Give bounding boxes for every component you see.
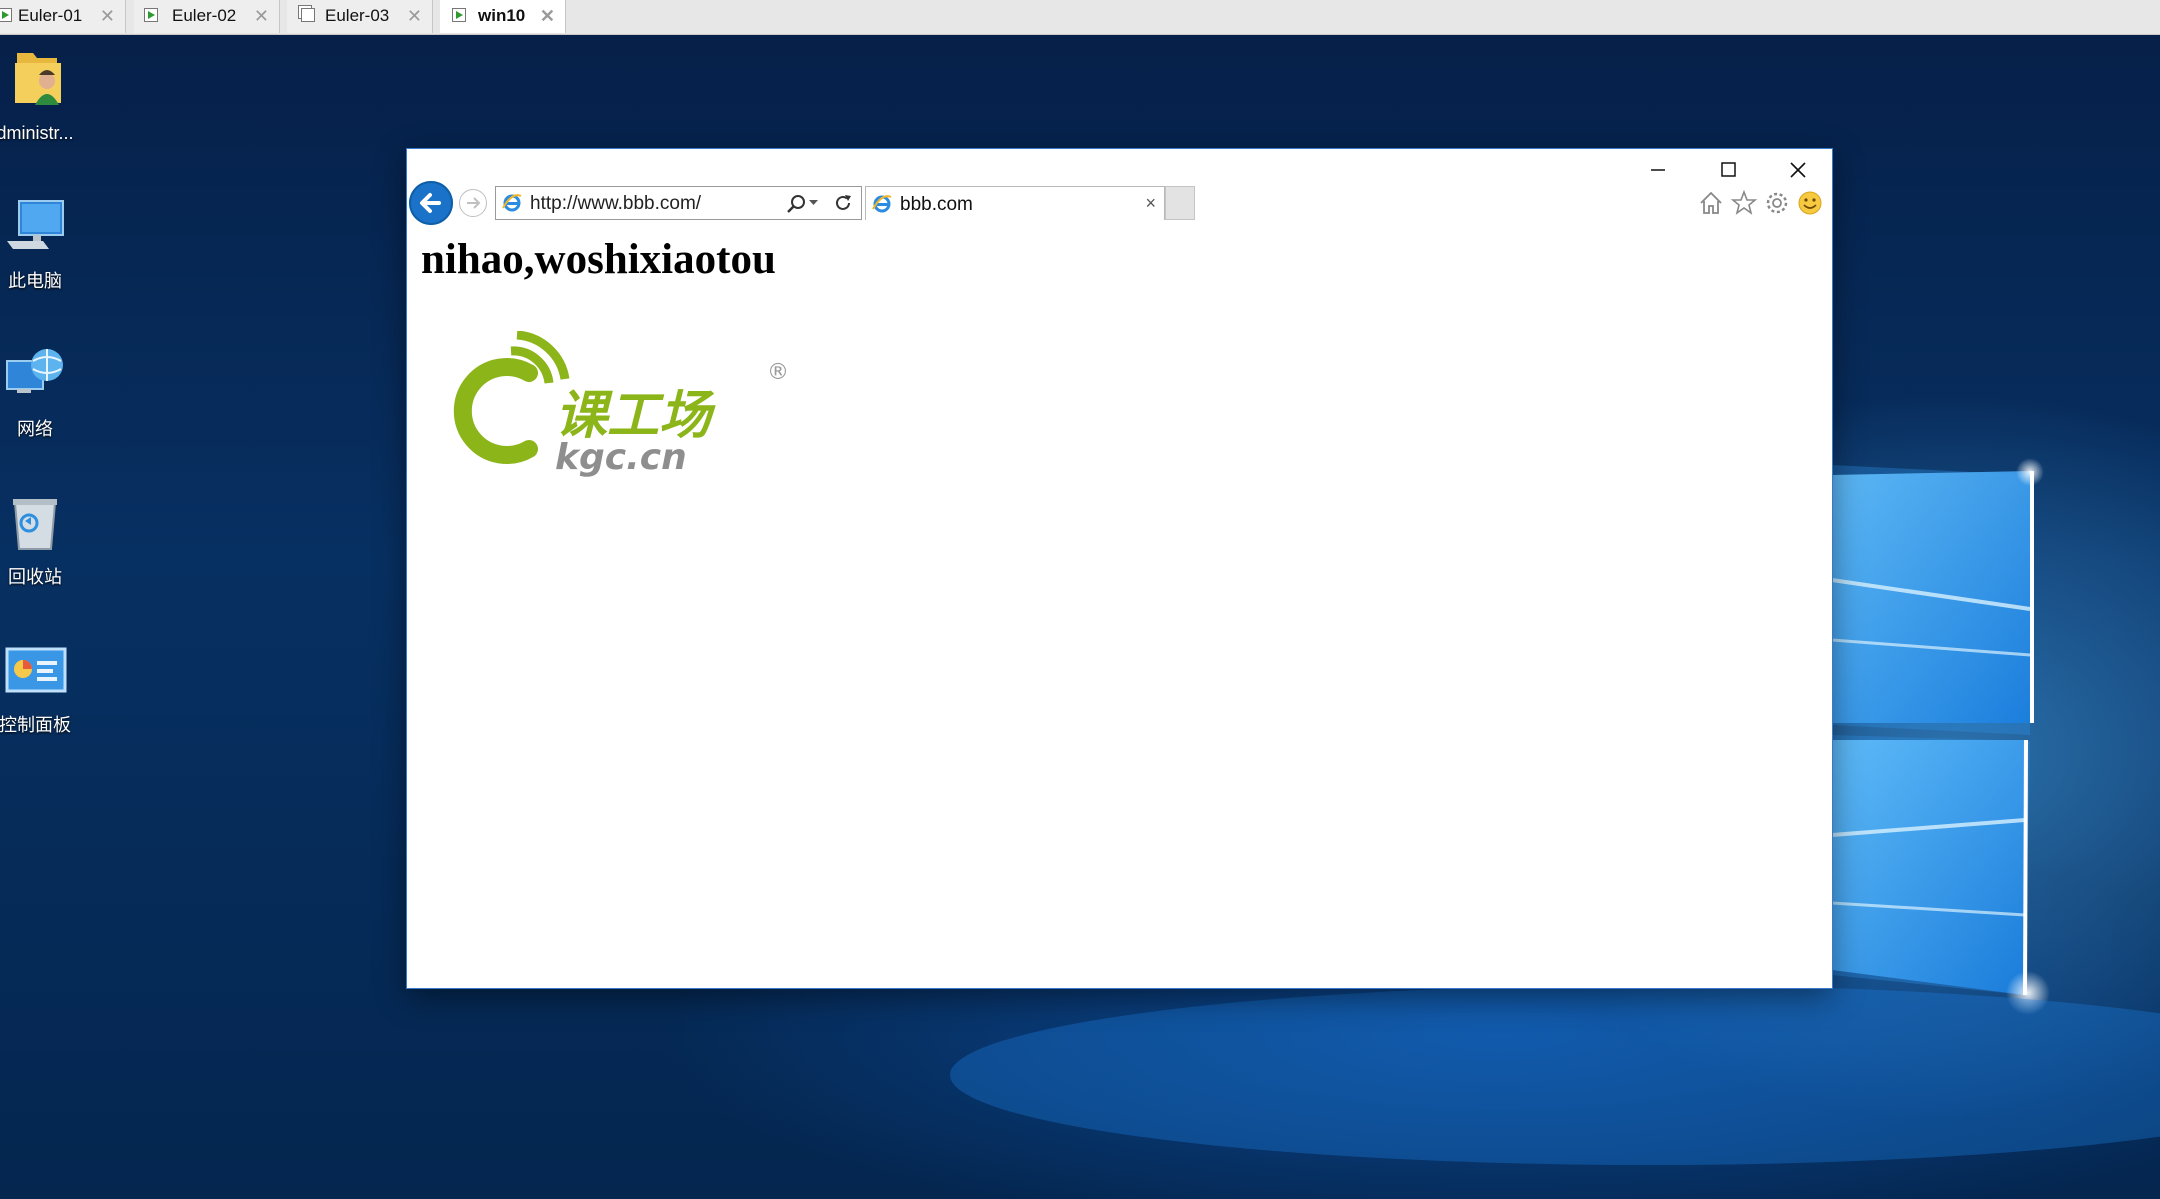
close-icon[interactable]: ✕ (100, 6, 115, 26)
ie-browser-window: http://www.bbb.com/ bbb.com × nihao,wosh… (407, 149, 1832, 988)
computer-icon (7, 200, 64, 249)
tab-bbb-com[interactable]: bbb.com × (865, 186, 1165, 220)
logo-domain-text: kgc.cn (555, 437, 687, 478)
close-icon[interactable]: ✕ (254, 6, 269, 26)
desktop-icon-network[interactable]: 网络 (0, 343, 75, 440)
refresh-icon[interactable] (832, 192, 854, 214)
vm-running-icon (0, 8, 12, 22)
kgc-logo-image: 课工场 kgc.cn ® (453, 331, 789, 478)
vm-tab-euler-03[interactable]: Euler-03 ✕ (287, 0, 433, 33)
control-panel-icon (5, 647, 67, 693)
vm-tab-win10[interactable]: win10 ✕ (440, 0, 566, 33)
desktop-icon-label: dministr... (0, 123, 74, 143)
ie-page-icon (872, 195, 892, 213)
vm-tab-euler-01[interactable]: Euler-01 ✕ (0, 0, 126, 33)
vm-tab-euler-02[interactable]: Euler-02 ✕ (134, 0, 280, 33)
home-icon[interactable] (1697, 189, 1725, 217)
settings-gear-icon[interactable] (1763, 189, 1791, 217)
desktop-icon-this-pc[interactable]: 此电脑 (0, 195, 75, 292)
vm-tab-label: Euler-01 (18, 6, 83, 25)
vm-running-icon (144, 8, 158, 22)
navigation-bar: http://www.bbb.com/ bbb.com × (407, 179, 1832, 229)
vm-tab-bar: Euler-01 ✕ Euler-02 ✕ Euler-03 ✕ win10 ✕ (0, 0, 2160, 35)
address-bar[interactable]: http://www.bbb.com/ (495, 186, 862, 220)
desktop-icon-control-panel[interactable]: 控制面板 (0, 639, 75, 736)
desktop-icon-label: 网络 (17, 419, 53, 439)
network-icon (6, 349, 63, 393)
vm-tab-label: Euler-02 (172, 6, 237, 25)
close-tab-icon[interactable]: × (1145, 193, 1156, 214)
user-folder-icon (15, 53, 61, 105)
desktop-icon-recycle-bin[interactable]: 回收站 (0, 491, 75, 588)
search-icon[interactable] (786, 193, 808, 215)
favorites-star-icon[interactable] (1730, 189, 1758, 217)
desktop-icon-label: 回收站 (8, 567, 62, 587)
screen: Euler-01 ✕ Euler-02 ✕ Euler-03 ✕ win10 ✕ (0, 0, 2160, 1199)
vm-tab-label: Euler-03 (325, 6, 390, 25)
feedback-smiley-icon[interactable] (1796, 189, 1824, 217)
desktop-icon-administrator[interactable]: dministr... (0, 47, 75, 144)
tab-title: bbb.com (900, 194, 973, 215)
back-button[interactable] (409, 181, 453, 225)
close-icon[interactable]: ✕ (540, 6, 555, 26)
close-icon[interactable]: ✕ (407, 6, 422, 26)
recycle-bin-icon (13, 499, 57, 550)
back-arrow-icon (420, 193, 441, 213)
vm-tab-label: win10 (478, 6, 526, 25)
registered-mark: ® (767, 360, 789, 385)
forward-arrow-icon (467, 197, 481, 209)
vm-running-icon (452, 8, 466, 22)
new-tab-button[interactable] (1165, 186, 1195, 220)
address-url: http://www.bbb.com/ (530, 193, 702, 214)
page-heading: nihao,woshixiaotou (421, 236, 776, 283)
desktop-icon-label: 此电脑 (8, 271, 62, 291)
chevron-down-icon[interactable] (809, 199, 819, 207)
desktop-icon-label: 控制面板 (0, 715, 71, 735)
ie-page-icon (502, 194, 522, 212)
vm-off-icon (301, 8, 315, 22)
forward-button[interactable] (459, 189, 487, 217)
